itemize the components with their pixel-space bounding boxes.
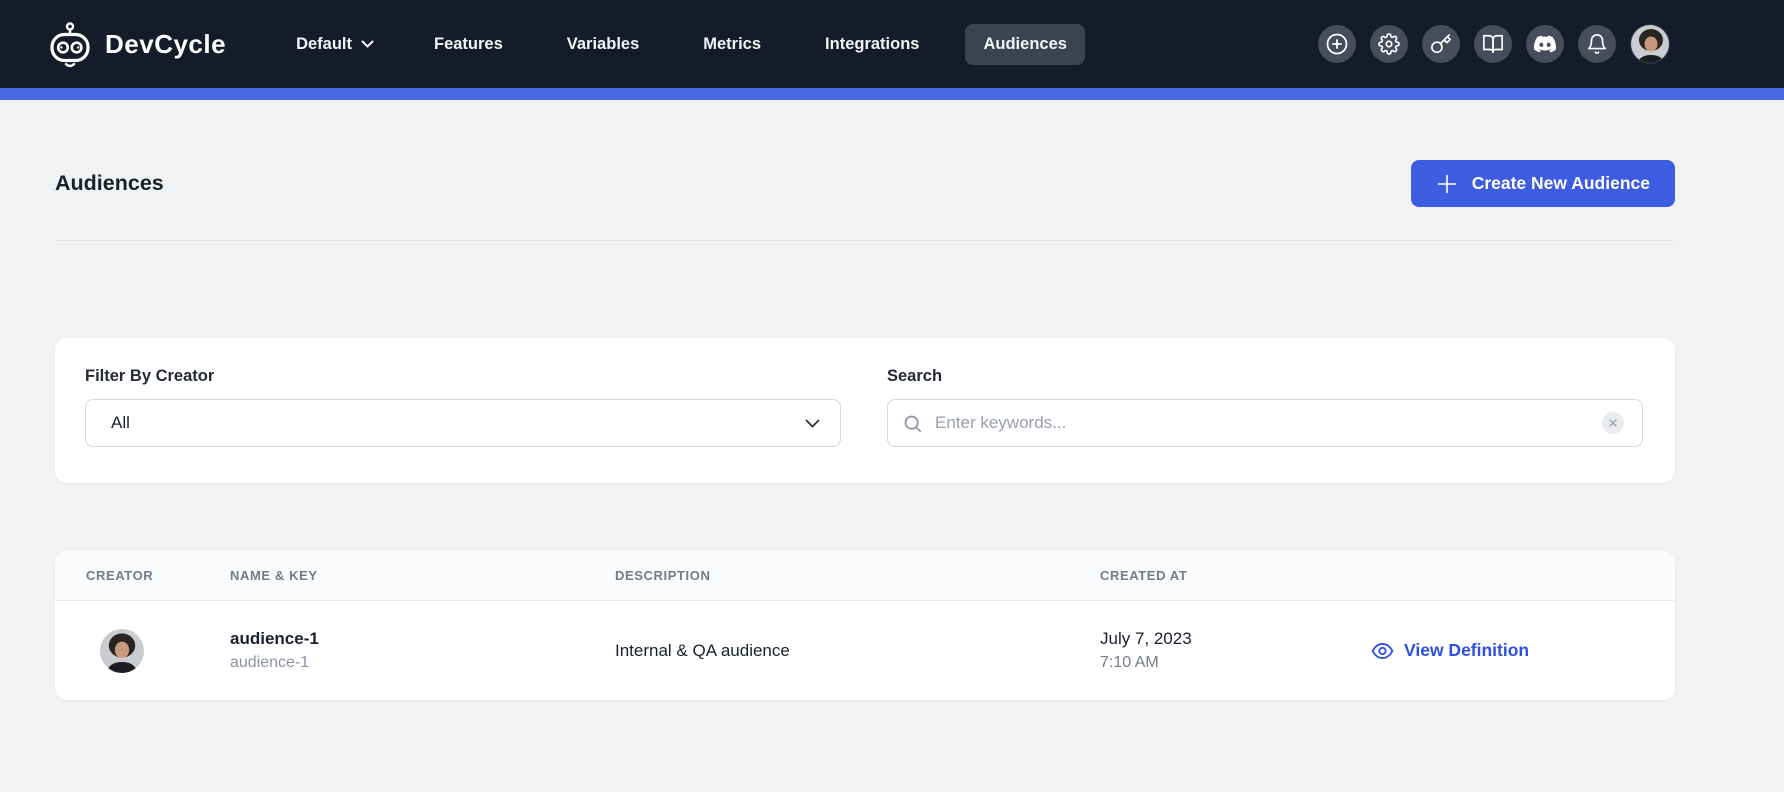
name-key-cell: audience-1 audience-1 <box>230 627 615 675</box>
page-title: Audiences <box>55 171 164 196</box>
nav-item-metrics[interactable]: Metrics <box>685 24 779 65</box>
audiences-table: CREATOR NAME & KEY DESCRIPTION CREATED A… <box>55 551 1675 700</box>
clear-search-button[interactable] <box>1602 412 1624 434</box>
creator-filter-select[interactable]: All <box>85 399 841 447</box>
notifications-button[interactable] <box>1578 25 1616 63</box>
add-circle-icon <box>1325 32 1349 56</box>
eye-icon <box>1371 643 1394 659</box>
accent-bar <box>0 88 1784 100</box>
search-input[interactable] <box>935 413 1590 433</box>
docs-book-icon <box>1482 33 1504 55</box>
chevron-down-icon <box>805 419 820 428</box>
created-at-cell: July 7, 2023 7:10 AM <box>1100 627 1371 675</box>
user-avatar[interactable] <box>1630 24 1670 64</box>
settings-button[interactable] <box>1370 25 1408 63</box>
audience-name: audience-1 <box>230 627 615 652</box>
actions-cell: View Definition <box>1371 640 1675 661</box>
nav-item-features[interactable]: Features <box>416 24 521 65</box>
discord-button[interactable] <box>1526 25 1564 63</box>
created-time: 7:10 AM <box>1100 651 1371 674</box>
devcycle-robot-icon <box>48 21 92 68</box>
column-header-creator: CREATOR <box>86 568 230 583</box>
add-circle-button[interactable] <box>1318 25 1356 63</box>
audience-key: audience-1 <box>230 651 615 674</box>
top-navbar: DevCycle Default Features Variables Metr… <box>0 0 1784 88</box>
docs-button[interactable] <box>1474 25 1512 63</box>
primary-nav: Features Variables Metrics Integrations … <box>416 24 1085 65</box>
main-content: Audiences Create New Audience Filter By … <box>55 100 1675 700</box>
creator-cell <box>86 629 230 673</box>
search-box <box>887 399 1643 447</box>
api-key-icon <box>1430 33 1452 55</box>
view-definition-link[interactable]: View Definition <box>1371 640 1675 661</box>
clear-x-icon <box>1609 419 1617 427</box>
description-cell: Internal & QA audience <box>615 641 1100 661</box>
creator-filter-value: All <box>111 413 130 433</box>
table-row: audience-1 audience-1 Internal & QA audi… <box>55 601 1675 700</box>
notifications-bell-icon <box>1586 33 1608 55</box>
create-new-audience-label: Create New Audience <box>1472 173 1650 194</box>
creator-avatar <box>100 629 144 673</box>
creator-filter-label: Filter By Creator <box>85 367 841 386</box>
chevron-down-icon <box>361 40 374 48</box>
brand-name: DevCycle <box>105 29 226 60</box>
nav-item-audiences[interactable]: Audiences <box>965 24 1084 65</box>
view-definition-label: View Definition <box>1404 640 1529 661</box>
nav-item-integrations[interactable]: Integrations <box>807 24 937 65</box>
brand-logo[interactable]: DevCycle <box>48 21 226 68</box>
column-header-description: DESCRIPTION <box>615 568 1100 583</box>
project-selector-dropdown[interactable]: Default <box>284 25 386 64</box>
search-group: Search <box>887 367 1643 483</box>
search-icon <box>902 413 923 434</box>
navbar-actions <box>1318 24 1670 64</box>
nav-item-variables[interactable]: Variables <box>549 24 657 65</box>
header-divider <box>55 240 1675 241</box>
page-header: Audiences Create New Audience <box>55 100 1675 207</box>
creator-filter-group: Filter By Creator All <box>85 367 841 483</box>
settings-gear-icon <box>1378 33 1400 55</box>
column-header-created-at: CREATED AT <box>1100 568 1371 583</box>
search-label: Search <box>887 367 1643 386</box>
plus-icon <box>1436 173 1458 195</box>
discord-icon <box>1534 33 1556 55</box>
project-selector-label: Default <box>296 35 352 54</box>
column-header-name-key: NAME & KEY <box>230 568 615 583</box>
filter-card: Filter By Creator All Search <box>55 338 1675 483</box>
api-keys-button[interactable] <box>1422 25 1460 63</box>
table-header-row: CREATOR NAME & KEY DESCRIPTION CREATED A… <box>55 551 1675 601</box>
create-new-audience-button[interactable]: Create New Audience <box>1411 160 1675 207</box>
created-date: July 7, 2023 <box>1100 627 1371 652</box>
